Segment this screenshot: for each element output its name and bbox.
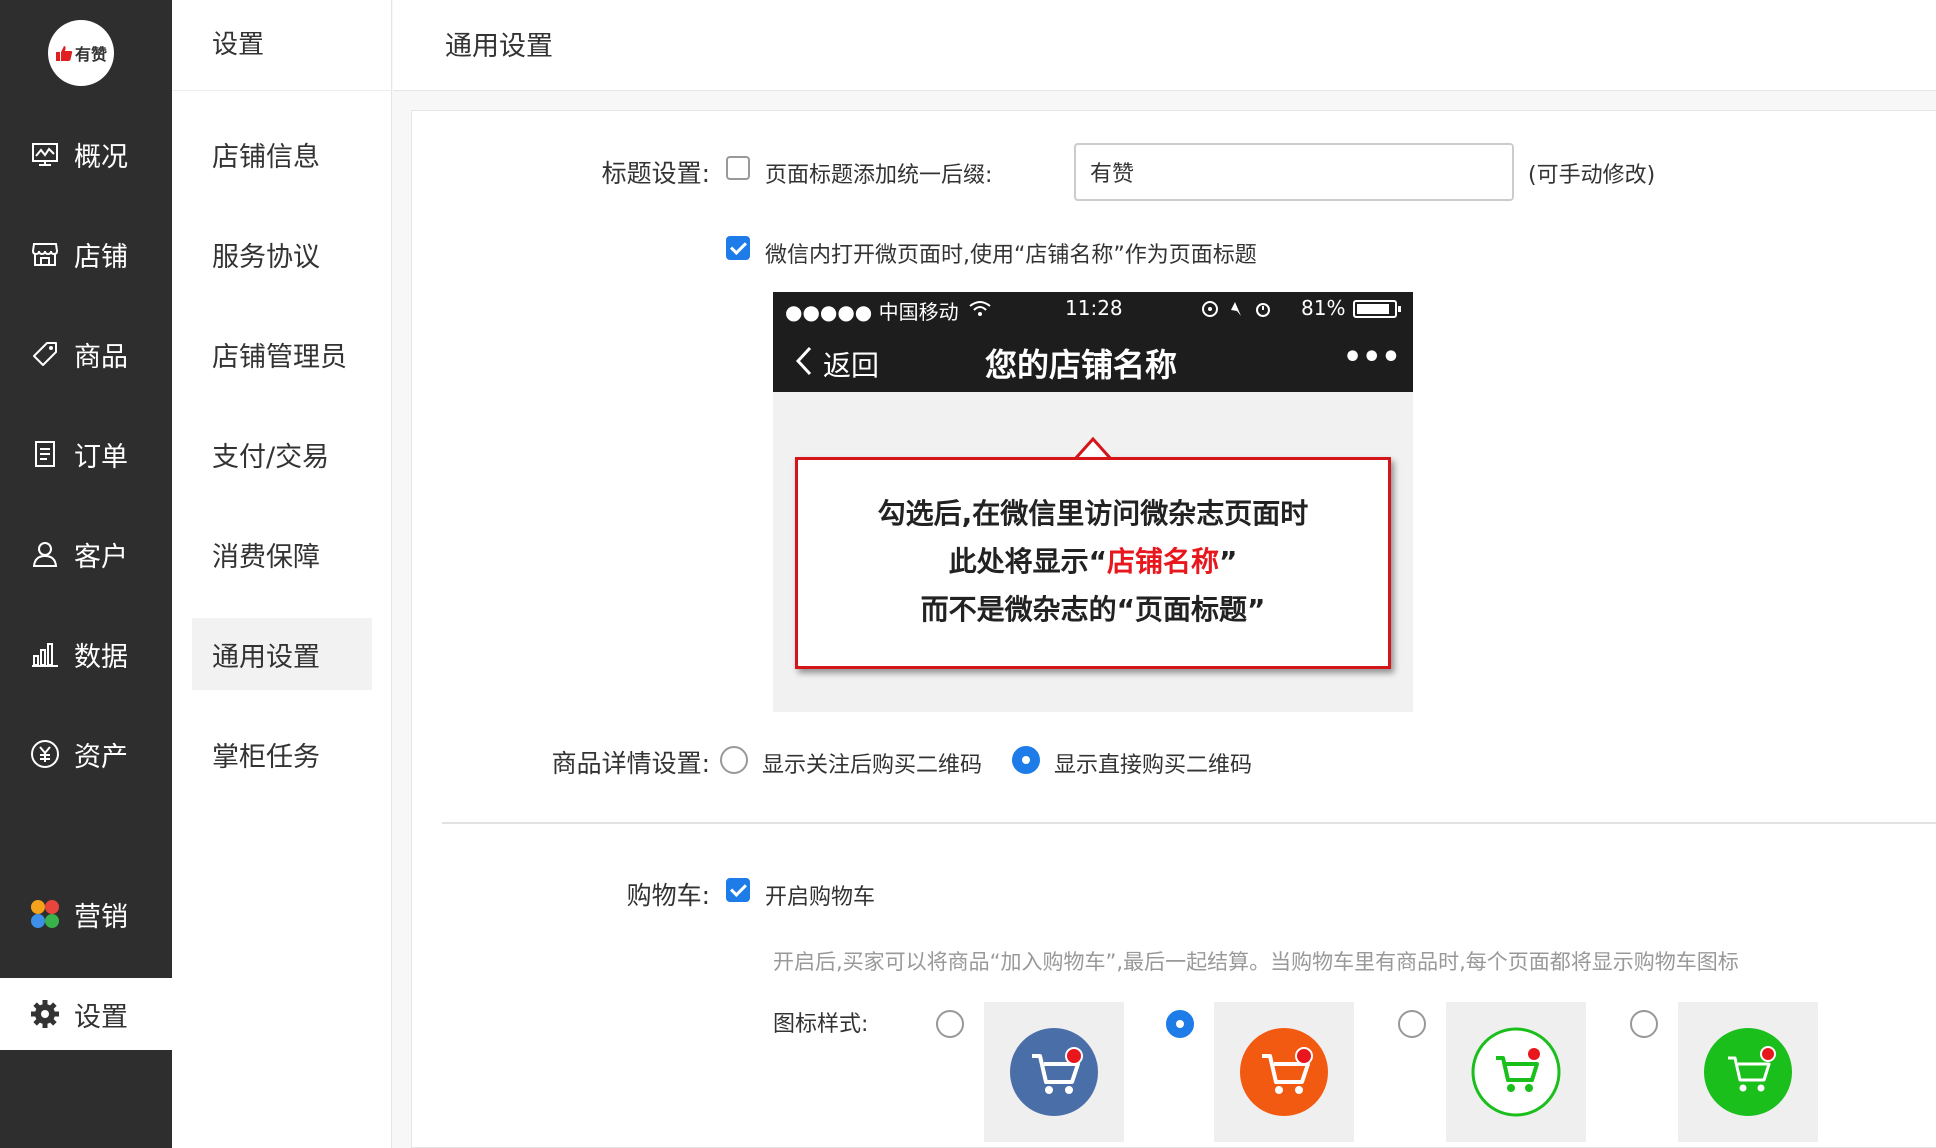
sidebar-item-data[interactable]: 数据: [0, 618, 172, 690]
cart-hint: 开启后,买家可以将商品“加入购物车”,最后一起结算。当购物车里有商品时,每个页面…: [773, 950, 1739, 974]
subnav-item-consumer-protection[interactable]: 消费保障: [192, 518, 372, 590]
follow-qrcode-radio[interactable]: [720, 746, 748, 774]
sidebar-item-settings[interactable]: 设置: [0, 978, 172, 1050]
cart-orange-icon: [1240, 1028, 1328, 1116]
direct-qrcode-label: 显示直接购买二维码: [1054, 753, 1253, 778]
cart-enable-checkbox[interactable]: [726, 878, 750, 902]
title-suffix-label: 页面标题添加统一后缀:: [765, 163, 993, 188]
user-icon: [30, 539, 60, 569]
back-label: 返回: [823, 349, 880, 382]
cart-icon-style-1-radio[interactable]: [936, 1010, 964, 1038]
sidebar-item-label: 商品: [74, 341, 128, 373]
sidebar-item-label: 店铺: [74, 241, 128, 273]
phone-status-bar: ●●●●● 中国移动 11:28 81%: [773, 292, 1413, 326]
status-time: 11:28: [1065, 296, 1123, 320]
cart-icon-style-4[interactable]: [1678, 1002, 1818, 1142]
sidebar-item-orders[interactable]: 订单: [0, 418, 172, 490]
status-indicators-icon: [1202, 301, 1270, 317]
cart-green-outline-icon: [1471, 1027, 1561, 1117]
title-suffix-note: (可手动修改): [1528, 163, 1656, 188]
chart-icon: [30, 139, 60, 169]
detail-settings-label: 商品详情设置:: [551, 749, 710, 778]
cart-blue-icon: [1010, 1028, 1098, 1116]
gear-icon: [30, 999, 60, 1029]
yuan-icon: [30, 739, 60, 769]
more-icon: •••: [1343, 340, 1401, 375]
store-icon: [30, 239, 60, 269]
title-settings-label: 标题设置:: [601, 159, 710, 188]
title-suffix-input[interactable]: [1074, 143, 1514, 201]
sidebar-item-store[interactable]: 店铺: [0, 218, 172, 290]
sidebar-item-label: 设置: [74, 1001, 128, 1033]
store-name-highlight: 店铺名称: [1106, 545, 1219, 578]
follow-qrcode-label: 显示关注后购买二维码: [762, 753, 983, 778]
battery-text: 81%: [1301, 296, 1346, 320]
subnav-item-shopkeeper-tasks[interactable]: 掌柜任务: [192, 718, 372, 790]
wifi-icon: [969, 301, 991, 316]
carrier-text: ●●●●● 中国移动: [785, 300, 959, 324]
cart-enable-label: 开启购物车: [765, 885, 876, 910]
logo-text: 有赞: [74, 45, 107, 64]
cart-green-filled-icon: [1704, 1028, 1792, 1116]
callout-line-1: 勾选后,在微信里访问微杂志页面时: [877, 497, 1309, 530]
title-suffix-checkbox[interactable]: [726, 156, 750, 180]
settings-subnav: 设置 店铺信息 服务协议 店铺管理员 支付/交易 消费保障 通用设置 掌柜任务: [172, 0, 392, 1148]
cart-label: 购物车:: [626, 881, 710, 910]
marketing-icon: [30, 899, 60, 929]
battery-icon: [1353, 300, 1401, 318]
callout-line-2: 此处将显示“店铺名称”: [948, 545, 1238, 578]
wechat-title-label: 微信内打开微页面时,使用“店铺名称”作为页面标题: [765, 243, 1257, 268]
page-title: 通用设置: [445, 31, 553, 62]
cart-icon-style-3[interactable]: [1446, 1002, 1586, 1142]
subnav-item-payment[interactable]: 支付/交易: [192, 418, 372, 490]
direct-qrcode-radio[interactable]: [1012, 746, 1040, 774]
subnav-title: 设置: [212, 30, 265, 60]
cart-icon-style-3-radio[interactable]: [1398, 1010, 1426, 1038]
wechat-title-preview: ●●●●● 中国移动 11:28 81% 返回 您的店铺名称 ••• 勾选后,在…: [773, 292, 1413, 712]
subnav-divider: [172, 90, 392, 91]
sidebar-item-marketing[interactable]: 营销: [0, 878, 172, 950]
wechat-title-checkbox[interactable]: [726, 236, 750, 260]
sidebar-item-label: 客户: [74, 541, 128, 573]
sidebar-item-label: 订单: [74, 441, 128, 473]
sidebar-item-overview[interactable]: 概况: [0, 118, 172, 190]
tag-icon: [30, 339, 60, 369]
order-icon: [30, 439, 60, 469]
bar-chart-icon: [30, 639, 60, 669]
page-header: 通用设置: [393, 0, 1936, 91]
sidebar-item-label: 营销: [74, 901, 128, 933]
cart-icon-style-2-radio[interactable]: [1166, 1010, 1194, 1038]
callout-line-3: 而不是微杂志的“页面标题”: [920, 593, 1266, 626]
icon-style-label: 图标样式:: [773, 1012, 869, 1037]
sidebar-item-label: 概况: [74, 141, 128, 173]
sidebar-item-goods[interactable]: 商品: [0, 318, 172, 390]
phone-nav-bar: 返回 您的店铺名称 •••: [773, 326, 1413, 392]
sidebar-item-label: 数据: [74, 641, 128, 673]
subnav-item-general-settings[interactable]: 通用设置: [192, 618, 372, 690]
sidebar-item-label: 资产: [74, 741, 128, 773]
cart-icon-style-1[interactable]: [984, 1002, 1124, 1142]
sidebar-item-customers[interactable]: 客户: [0, 518, 172, 590]
section-divider: [442, 822, 1936, 824]
cart-icon-style-2[interactable]: [1214, 1002, 1354, 1142]
chevron-left-icon: [795, 346, 812, 376]
logo[interactable]: 有赞: [48, 20, 114, 86]
main-sidebar: 有赞 概况 店铺 商品 订单 客户 数据 资产 营销 设置: [0, 0, 172, 1148]
preview-callout: 勾选后,在微信里访问微杂志页面时 此处将显示“店铺名称” 而不是微杂志的“页面标…: [795, 457, 1391, 669]
sidebar-item-assets[interactable]: 资产: [0, 718, 172, 790]
thumbs-up-icon: [55, 46, 73, 61]
store-name-title: 您的店铺名称: [985, 346, 1178, 384]
subnav-item-service-agreement[interactable]: 服务协议: [192, 218, 372, 290]
subnav-item-store-info[interactable]: 店铺信息: [192, 118, 372, 190]
subnav-item-store-admins[interactable]: 店铺管理员: [192, 318, 372, 390]
cart-icon-style-4-radio[interactable]: [1630, 1010, 1658, 1038]
